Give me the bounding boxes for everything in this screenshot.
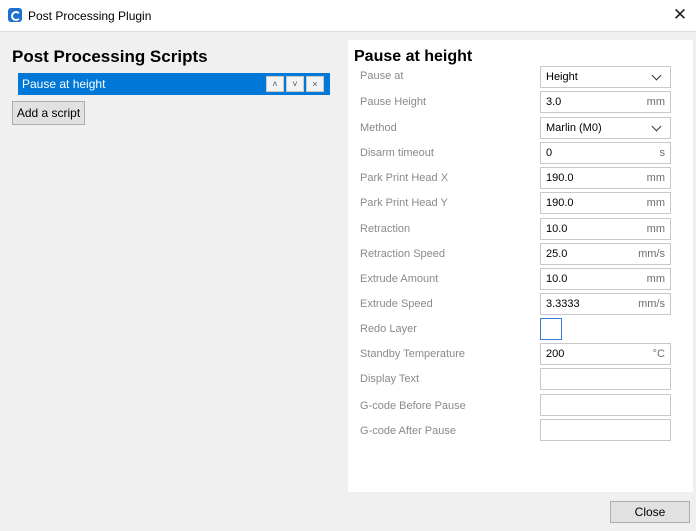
redo-layer-checkbox[interactable] xyxy=(540,318,562,340)
add-script-button[interactable]: Add a script xyxy=(12,101,85,125)
retraction-speed-value: 25.0 xyxy=(546,248,568,260)
move-up-icon[interactable]: ˄ xyxy=(266,76,284,92)
script-list-item-label: Pause at height xyxy=(22,77,106,91)
setting-label-pause-at: Pause at xyxy=(360,70,404,82)
display-text-field[interactable] xyxy=(540,368,671,390)
cura-logo-icon xyxy=(8,8,22,22)
park-y-field[interactable]: 190.0 mm xyxy=(540,192,671,214)
setting-label-retraction: Retraction xyxy=(360,223,411,235)
extrude-amount-unit: mm xyxy=(646,273,665,285)
pause-at-value: Height xyxy=(546,71,578,83)
setting-label-retraction-speed: Retraction Speed xyxy=(360,248,445,260)
setting-label-method: Method xyxy=(360,122,397,134)
close-button[interactable]: Close xyxy=(610,501,690,523)
extrude-amount-field[interactable]: 10.0 mm xyxy=(540,268,671,290)
park-x-field[interactable]: 190.0 mm xyxy=(540,167,671,189)
setting-label-extrude-amount: Extrude Amount xyxy=(360,273,439,285)
setting-label-park-y: Park Print Head Y xyxy=(360,197,448,209)
script-settings-panel: Pause at height Pause at Height Pause He… xyxy=(348,40,693,492)
retraction-unit: mm xyxy=(646,223,665,235)
extrude-speed-unit: mm/s xyxy=(638,298,665,310)
park-x-value: 190.0 xyxy=(546,172,574,184)
chevron-down-icon xyxy=(651,70,662,81)
park-x-unit: mm xyxy=(646,172,665,184)
retraction-value: 10.0 xyxy=(546,223,568,235)
standby-temperature-unit: °C xyxy=(652,348,665,360)
remove-script-icon[interactable]: × xyxy=(306,76,324,92)
setting-label-gcode-before-pause: G-code Before Pause xyxy=(360,400,466,412)
pause-at-select[interactable]: Height xyxy=(540,66,671,88)
extrude-speed-field[interactable]: 3.3333 mm/s xyxy=(540,293,671,315)
pause-height-value: 3.0 xyxy=(546,96,562,108)
setting-label-park-x: Park Print Head X xyxy=(360,172,449,184)
move-down-icon[interactable]: ˅ xyxy=(286,76,304,92)
extrude-amount-value: 10.0 xyxy=(546,273,568,285)
extrude-speed-value: 3.3333 xyxy=(546,298,580,310)
setting-label-extrude-speed: Extrude Speed xyxy=(360,298,433,310)
park-y-value: 190.0 xyxy=(546,197,574,209)
retraction-speed-unit: mm/s xyxy=(638,248,665,260)
disarm-timeout-value: 0 xyxy=(546,147,553,159)
setting-label-gcode-after-pause: G-code After Pause xyxy=(360,425,456,437)
gcode-before-pause-field[interactable] xyxy=(540,394,671,416)
setting-label-pause-height: Pause Height xyxy=(360,96,427,108)
retraction-speed-field[interactable]: 25.0 mm/s xyxy=(540,243,671,265)
standby-temperature-field[interactable]: 200 °C xyxy=(540,343,671,365)
park-y-unit: mm xyxy=(646,197,665,209)
window-title: Post Processing Plugin xyxy=(28,9,152,23)
standby-temperature-value: 200 xyxy=(546,348,565,360)
setting-label-display-text: Display Text xyxy=(360,373,420,385)
method-select[interactable]: Marlin (M0) xyxy=(540,117,671,139)
title-bar: Post Processing Plugin ✕ xyxy=(0,0,696,32)
retraction-field[interactable]: 10.0 mm xyxy=(540,218,671,240)
pause-height-field[interactable]: 3.0 mm xyxy=(540,91,671,113)
pause-height-unit: mm xyxy=(646,96,665,108)
panel-title: Pause at height xyxy=(354,48,473,65)
disarm-timeout-field[interactable]: 0 s xyxy=(540,142,671,164)
method-value: Marlin (M0) xyxy=(546,122,602,134)
setting-label-standby-temperature: Standby Temperature xyxy=(360,348,465,360)
gcode-after-pause-field[interactable] xyxy=(540,419,671,441)
script-list-item[interactable]: Pause at height ˄ ˅ × xyxy=(18,73,330,95)
scripts-heading: Post Processing Scripts xyxy=(12,47,208,66)
setting-label-disarm-timeout: Disarm timeout xyxy=(360,147,434,159)
window-close-icon[interactable]: ✕ xyxy=(664,0,696,31)
chevron-down-icon xyxy=(651,121,662,132)
disarm-timeout-unit: s xyxy=(659,147,666,159)
setting-label-redo-layer: Redo Layer xyxy=(360,323,417,335)
